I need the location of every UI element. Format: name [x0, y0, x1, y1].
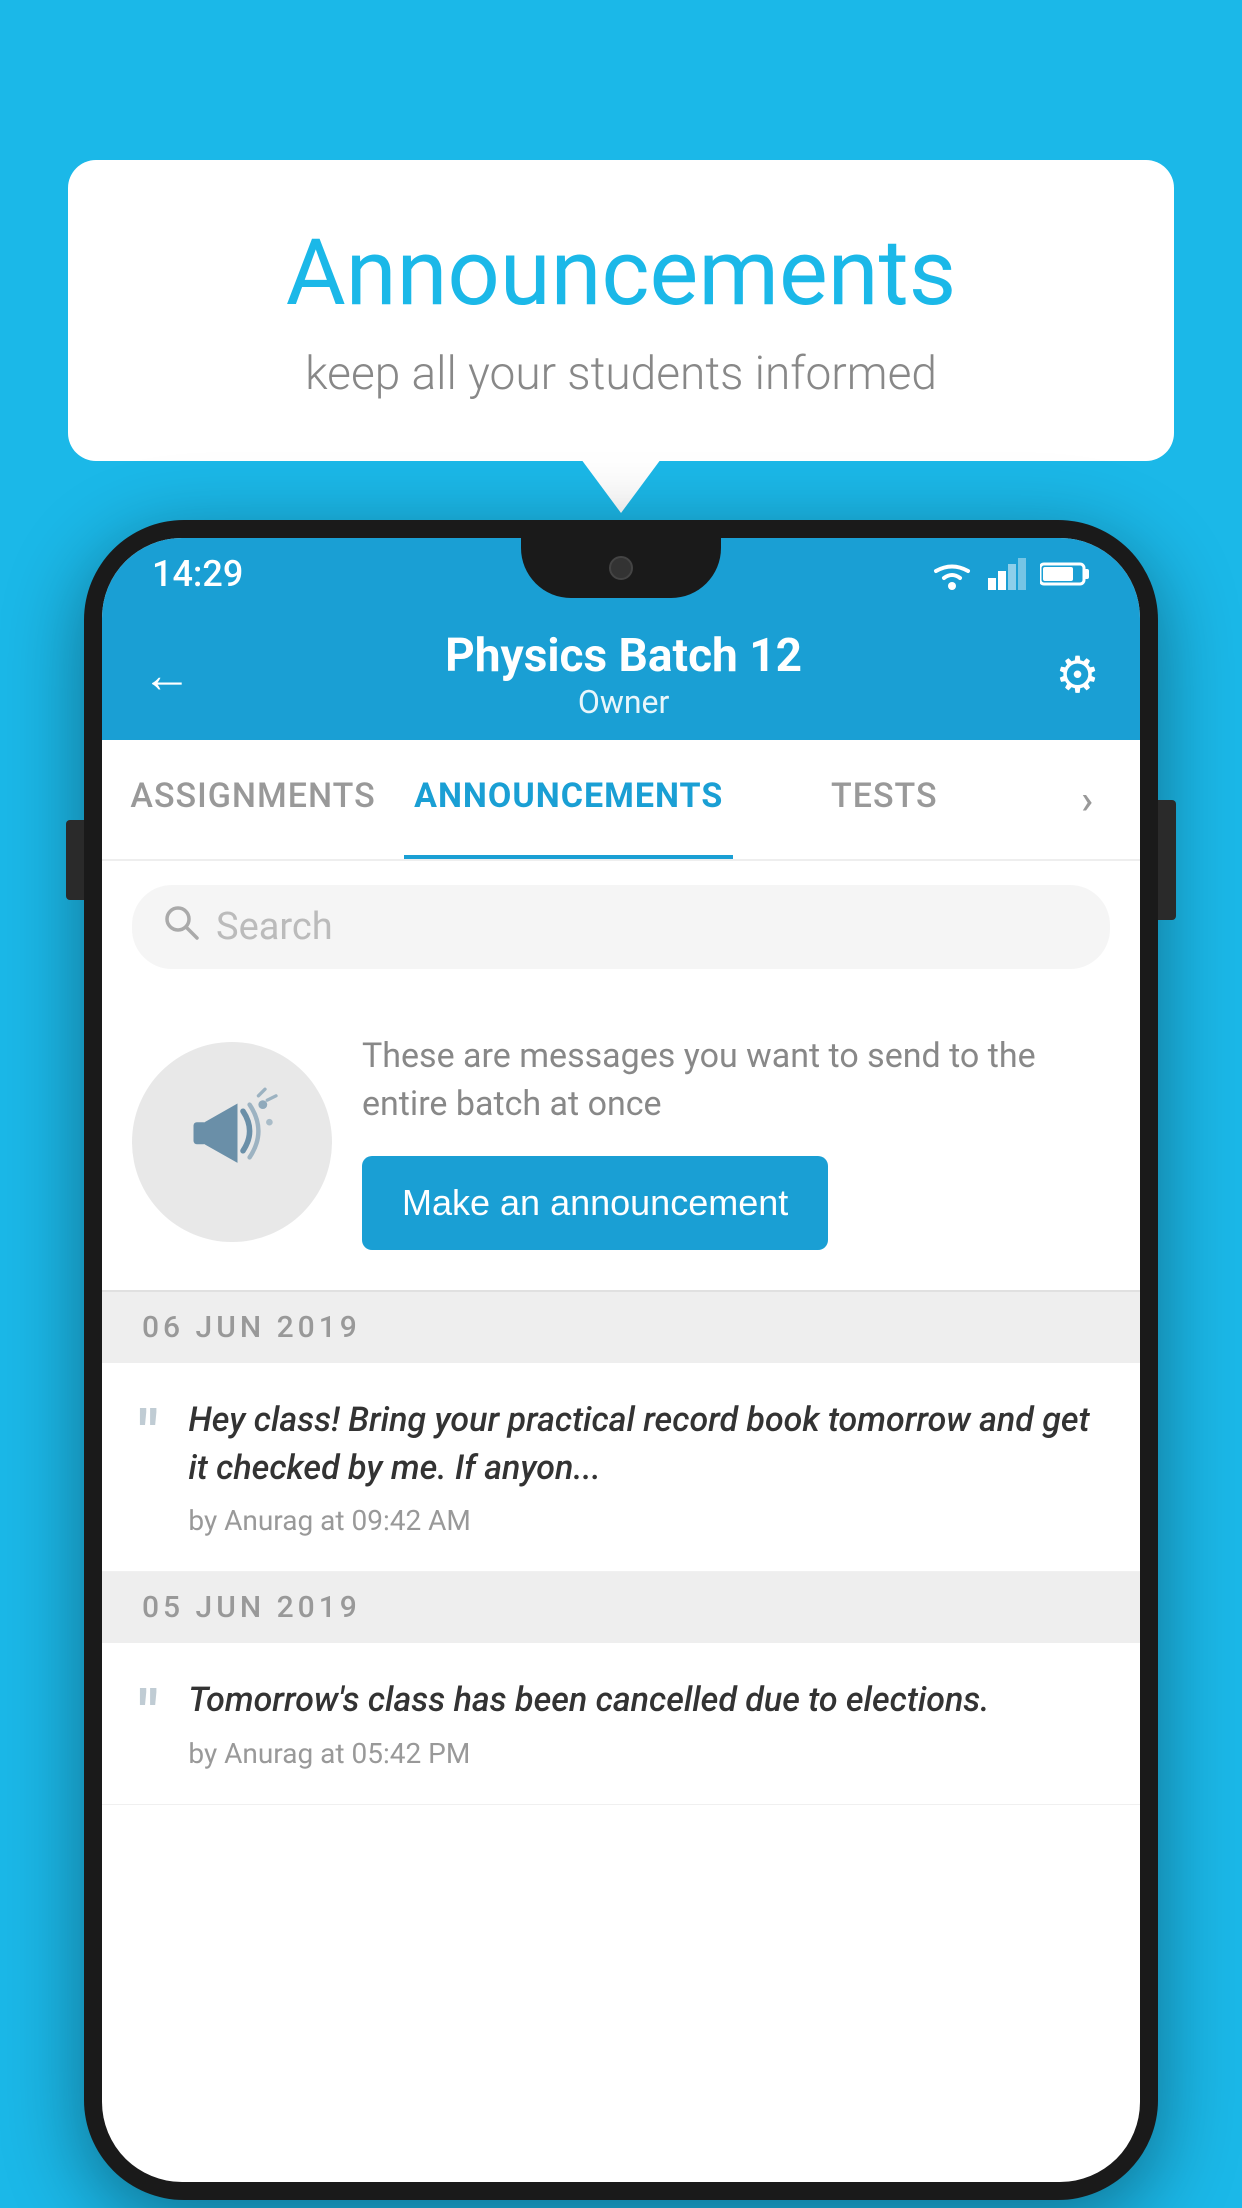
- bubble-subtitle: keep all your students informed: [108, 347, 1134, 401]
- announcement-item-1[interactable]: " Hey class! Bring your practical record…: [102, 1363, 1140, 1572]
- status-icons: [930, 558, 1090, 590]
- quote-icon-2: ": [138, 1677, 158, 1747]
- date-separator-2: 05 JUN 2019: [102, 1572, 1140, 1643]
- announcement-text-1: Hey class! Bring your practical record b…: [188, 1397, 1104, 1492]
- status-bar: 14:29: [102, 538, 1140, 610]
- header-subtitle: Owner: [445, 683, 802, 721]
- date-separator-1: 06 JUN 2019: [102, 1292, 1140, 1363]
- bubble-title: Announcements: [108, 220, 1134, 327]
- announcement-content-1: Hey class! Bring your practical record b…: [188, 1397, 1104, 1537]
- notch: [521, 538, 721, 598]
- tab-more[interactable]: ›: [1035, 740, 1140, 859]
- header-center: Physics Batch 12 Owner: [445, 629, 802, 721]
- announcement-text-2: Tomorrow's class has been cancelled due …: [188, 1677, 1104, 1725]
- tab-assignments[interactable]: ASSIGNMENTS: [102, 740, 404, 859]
- megaphone-icon: [177, 1076, 287, 1208]
- header-title: Physics Batch 12: [445, 629, 802, 683]
- phone-mockup: 14:29: [84, 520, 1158, 2200]
- cta-description: These are messages you want to send to t…: [362, 1033, 1110, 1128]
- phone-outer: 14:29: [84, 520, 1158, 2200]
- status-time: 14:29: [152, 553, 243, 595]
- tab-announcements[interactable]: ANNOUNCEMENTS: [404, 740, 733, 859]
- search-placeholder: Search: [216, 905, 333, 949]
- megaphone-circle: [132, 1042, 332, 1242]
- cta-right: These are messages you want to send to t…: [362, 1033, 1110, 1250]
- signal-icon: [988, 558, 1026, 590]
- announcement-item-2[interactable]: " Tomorrow's class has been cancelled du…: [102, 1643, 1140, 1805]
- announcement-content-2: Tomorrow's class has been cancelled due …: [188, 1677, 1104, 1770]
- battery-icon: [1040, 560, 1090, 588]
- search-bar[interactable]: Search: [132, 885, 1110, 969]
- tabs-bar: ASSIGNMENTS ANNOUNCEMENTS TESTS ›: [102, 740, 1140, 861]
- speech-bubble: Announcements keep all your students inf…: [68, 160, 1174, 461]
- announcement-meta-2: by Anurag at 05:42 PM: [188, 1737, 1104, 1770]
- announcement-meta-1: by Anurag at 09:42 AM: [188, 1504, 1104, 1537]
- announcement-cta: These are messages you want to send to t…: [102, 993, 1140, 1292]
- app-header: ← Physics Batch 12 Owner ⚙: [102, 610, 1140, 740]
- notch-camera: [609, 556, 633, 580]
- search-icon: [162, 903, 200, 951]
- back-button[interactable]: ←: [142, 646, 192, 705]
- speech-bubble-container: Announcements keep all your students inf…: [68, 160, 1174, 461]
- settings-icon[interactable]: ⚙: [1055, 646, 1100, 705]
- quote-icon-1: ": [138, 1397, 158, 1467]
- phone-screen: 14:29: [102, 538, 1140, 2182]
- search-container: Search: [102, 861, 1140, 993]
- wifi-icon: [930, 558, 974, 590]
- make-announcement-button[interactable]: Make an announcement: [362, 1156, 828, 1250]
- tab-tests[interactable]: TESTS: [733, 740, 1035, 859]
